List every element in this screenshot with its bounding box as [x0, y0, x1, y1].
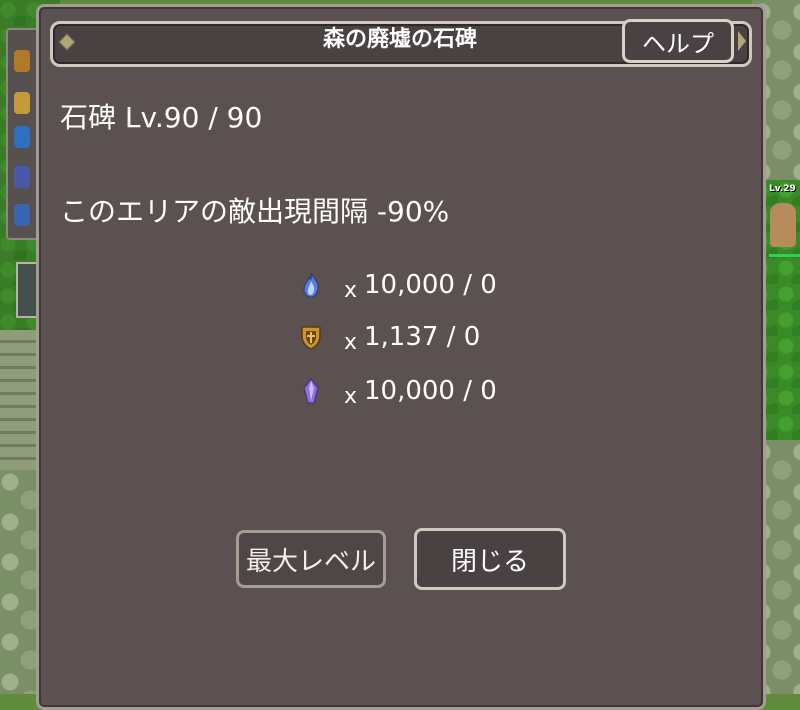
- cost-prefix: x: [344, 278, 358, 303]
- max-level-button[interactable]: 最大レベル: [236, 530, 386, 588]
- purple-crystal-icon: [303, 378, 319, 404]
- cost-prefix: x: [344, 384, 358, 409]
- cost-amount: 10,000 / 0: [364, 376, 497, 406]
- cost-row-blue-flame: x 10,000 / 0: [300, 266, 560, 306]
- npc-sprite[interactable]: [770, 203, 796, 247]
- side-item-slot[interactable]: [14, 204, 30, 226]
- stele-level: 石碑 Lv.90 / 90: [60, 101, 263, 134]
- side-item-slot[interactable]: [14, 50, 30, 72]
- golden-shield-icon: [301, 326, 321, 350]
- side-item-slot[interactable]: [14, 166, 30, 188]
- cost-prefix: x: [344, 330, 358, 355]
- help-button[interactable]: ヘルプ: [622, 19, 734, 63]
- side-item-slot[interactable]: [14, 92, 30, 114]
- npc-level-label: Lv.29: [769, 184, 796, 194]
- npc-hp-bar: [769, 254, 800, 257]
- stele-effect: このエリアの敵出現間隔 -90%: [60, 195, 450, 228]
- close-button[interactable]: 閉じる: [414, 528, 566, 590]
- cost-row-purple-crystal: x 10,000 / 0: [300, 372, 560, 412]
- cost-amount: 10,000 / 0: [364, 270, 497, 300]
- cost-amount: 1,137 / 0: [364, 322, 481, 352]
- cost-row-golden-shield: x 1,137 / 0: [300, 318, 560, 358]
- blue-flame-icon: [303, 272, 319, 298]
- side-item-slot[interactable]: [14, 126, 30, 148]
